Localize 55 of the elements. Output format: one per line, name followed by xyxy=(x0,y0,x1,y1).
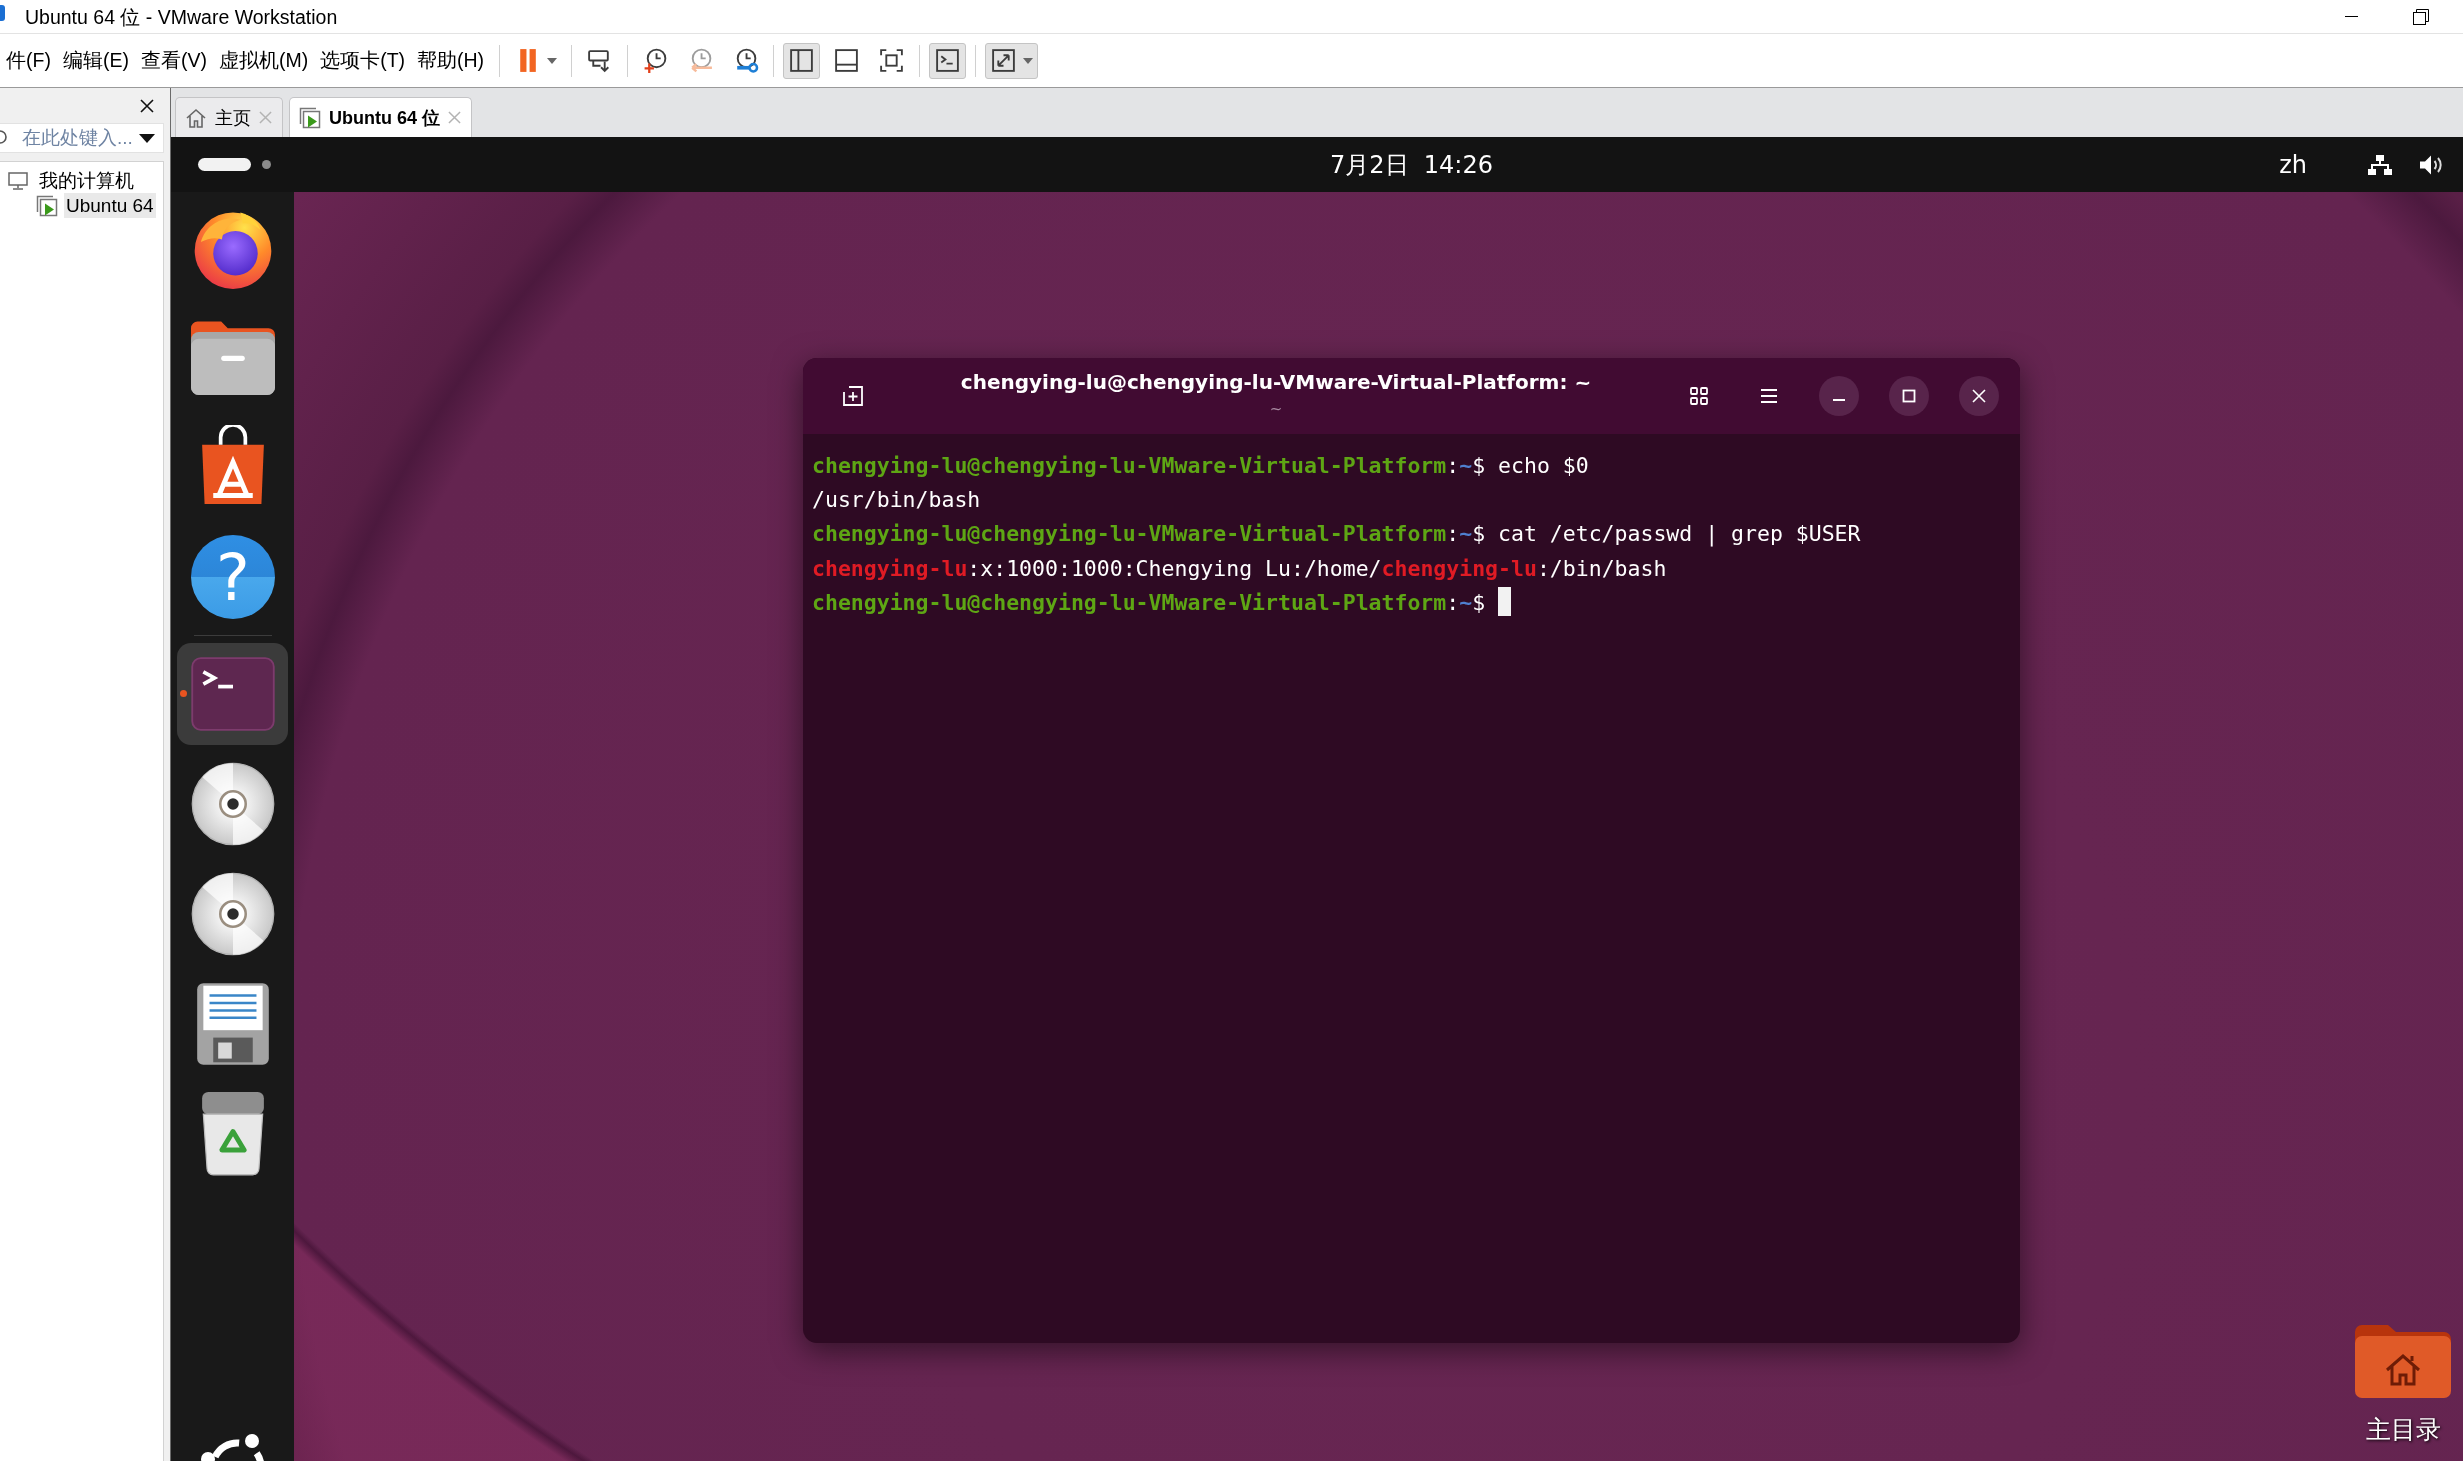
minimize-icon xyxy=(1832,399,1846,401)
input-method-indicator[interactable]: zh xyxy=(2279,150,2307,179)
menu-item[interactable]: 件(F) xyxy=(0,43,57,78)
bottom-bar-layout-icon xyxy=(833,47,861,74)
terminal-line: chengying-lu@chengying-lu-VMware-Virtual-Platform:~$ echo $0 xyxy=(812,452,1590,480)
tree-item[interactable]: 我的计算机 xyxy=(37,168,136,193)
maximize-button[interactable] xyxy=(1889,376,1929,416)
close-icon xyxy=(140,98,154,113)
plus-box-icon xyxy=(842,385,864,407)
close-button[interactable] xyxy=(1959,376,1999,416)
diagonal-arrows-icon xyxy=(990,47,1018,74)
terminal-line: chengying-lu@chengying-lu-VMware-Virtual-Platform:~$ cat /etc/passwd | grep $USER xyxy=(812,520,1862,549)
app-icon xyxy=(0,4,5,21)
tab[interactable]: 主页 xyxy=(175,97,283,137)
terminal-title: chengying-lu@chengying-lu-VMware-Virtual-Platform: ~ xyxy=(960,369,1592,396)
menu-icon xyxy=(1759,388,1779,404)
console-icon xyxy=(934,47,962,74)
vm-icon xyxy=(36,194,58,217)
disc-icon xyxy=(190,872,275,956)
menu-item[interactable]: 虚拟机(M) xyxy=(212,43,315,78)
menu-item[interactable]: 选项卡(T) xyxy=(314,43,412,78)
monitor-icon xyxy=(8,171,28,190)
terminal-line: chengying-lu:x:1000:1000:Chengying Lu:/home/chengying-lu:/bin/bash xyxy=(812,554,1668,583)
volume-icon[interactable] xyxy=(2419,153,2445,176)
menu-item[interactable]: 编辑(E) xyxy=(56,43,135,78)
workspace-indicator[interactable] xyxy=(198,158,251,171)
clock[interactable]: 7月2日 14:26 xyxy=(1330,148,1493,181)
sidebar-layout-icon xyxy=(788,47,816,74)
search-icon xyxy=(0,129,8,147)
tree-item[interactable]: Ubuntu 64 xyxy=(64,193,156,218)
terminal-line: chengying-lu@chengying-lu-VMware-Virtual-Platform:~$ xyxy=(812,585,2011,620)
corners-frame-icon xyxy=(878,47,906,74)
search-field[interactable]: 在此处键入... xyxy=(0,123,164,153)
terminal-line: /usr/bin/bash xyxy=(812,486,982,515)
terminal-subtitle: ~ xyxy=(1269,399,1283,419)
minimize-icon xyxy=(2345,16,2358,17)
disc-icon xyxy=(190,762,275,846)
tab[interactable]: Ubuntu 64 位 xyxy=(289,97,472,137)
vm-icon xyxy=(299,106,321,129)
menu-item[interactable]: 帮助(H) xyxy=(411,43,491,78)
window-title: Ubuntu 64 位 - VMware Workstation xyxy=(25,4,338,29)
library-view-button[interactable] xyxy=(783,42,821,79)
menu-item[interactable]: 查看(V) xyxy=(134,43,213,78)
dock-item[interactable]: ? xyxy=(177,526,288,628)
home-icon xyxy=(185,107,207,128)
fullscreen-button[interactable] xyxy=(985,42,1039,79)
network-icon[interactable] xyxy=(2367,153,2393,176)
logo-icon xyxy=(200,1433,265,1461)
console-view-button[interactable] xyxy=(929,42,967,79)
restore-icon xyxy=(2412,8,2429,25)
maximize-icon xyxy=(1902,389,1916,403)
grid-icon xyxy=(1689,386,1709,406)
caret-icon xyxy=(139,133,155,143)
help-icon: ? xyxy=(190,535,275,619)
close-icon xyxy=(1972,389,1986,403)
